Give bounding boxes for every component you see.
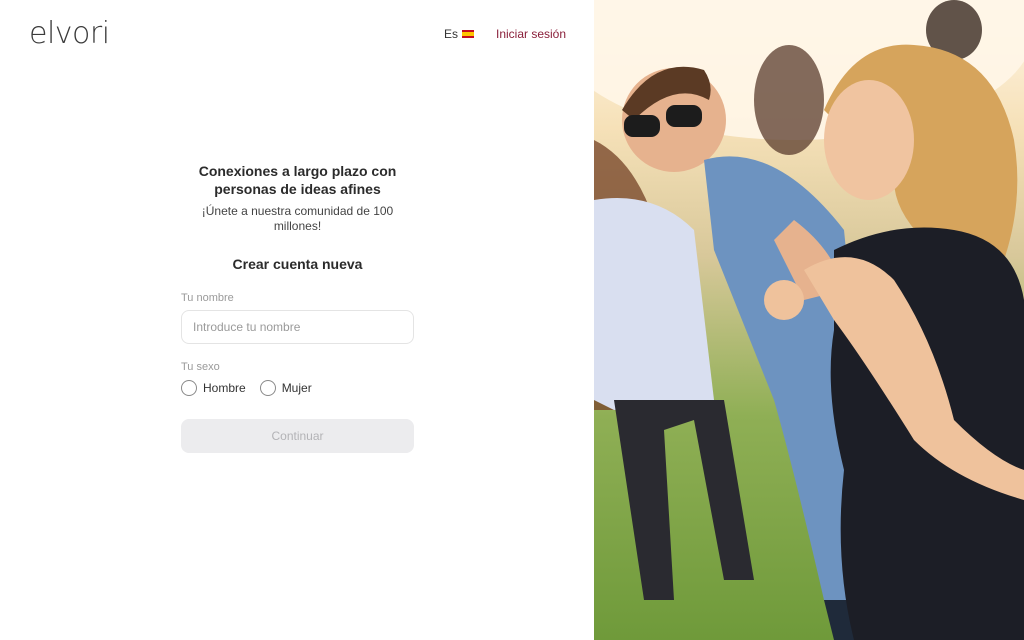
form-title: Crear cuenta nueva (232, 256, 363, 272)
signup-form: Conexiones a largo plazo con personas de… (181, 162, 414, 453)
name-label: Tu nombre (181, 292, 234, 304)
name-input[interactable] (181, 310, 414, 344)
headline: Conexiones a largo plazo con personas de… (198, 163, 397, 197)
subheadline: ¡Únete a nuestra comunidad de 100 millon… (201, 204, 394, 233)
sex-label: Tu sexo (181, 361, 220, 373)
spain-flag-icon (462, 30, 475, 38)
language-selector[interactable]: Es (444, 27, 475, 41)
radio-circle-icon[interactable] (181, 380, 197, 396)
radio-circle-icon[interactable] (259, 380, 276, 396)
language-label: Es (444, 27, 459, 41)
radio-female-label: Mujer (281, 381, 312, 395)
continue-button[interactable]: Continuar (181, 419, 414, 453)
radio-male[interactable]: Hombre (181, 380, 246, 396)
sex-radio-group: Hombre Mujer (181, 380, 414, 396)
radio-female[interactable]: Mujer (259, 380, 312, 396)
radio-male-label: Hombre (203, 381, 246, 395)
logo[interactable]: elvori (29, 16, 110, 51)
people-outdoors-illustration-icon (594, 0, 1024, 640)
login-link[interactable]: Iniciar sesión (496, 27, 566, 41)
hero-photo (594, 0, 1024, 640)
signup-pane: elvori Es Iniciar sesión Conexiones a la… (0, 0, 594, 640)
